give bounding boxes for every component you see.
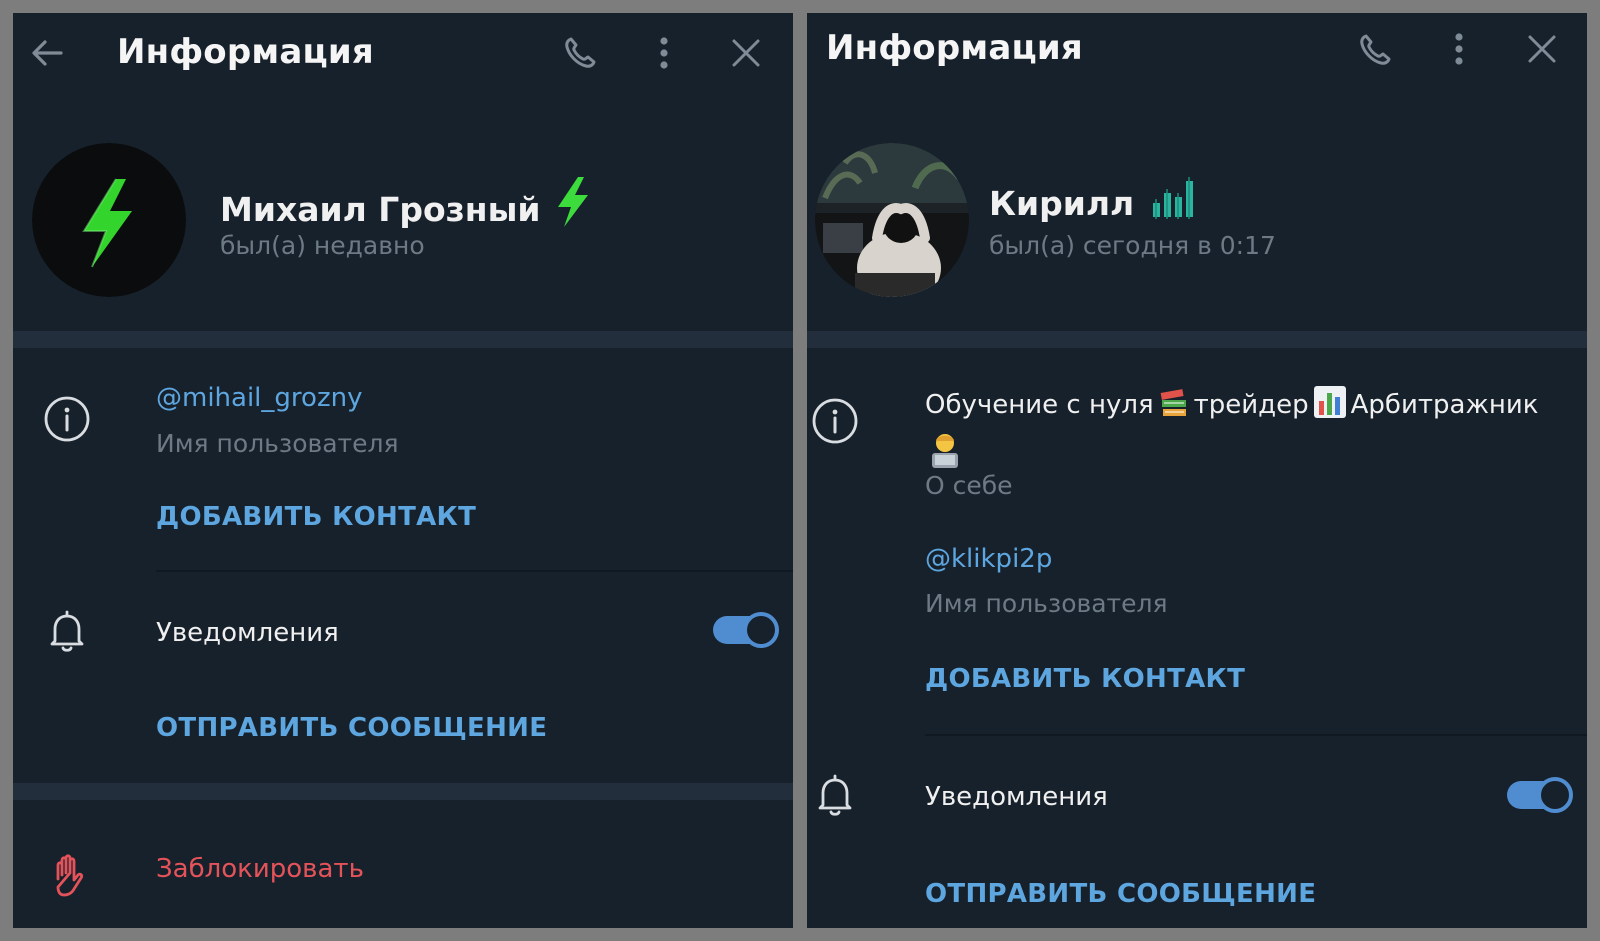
phone-icon[interactable] <box>560 33 600 73</box>
info-icon <box>41 393 93 445</box>
add-contact-button[interactable]: ДОБАВИТЬ КОНТАКТ <box>156 502 476 532</box>
close-icon[interactable] <box>726 33 766 73</box>
notifications-toggle[interactable] <box>713 612 779 648</box>
username-label: Имя пользователя <box>925 589 1168 618</box>
bell-icon <box>809 769 861 821</box>
bio-text-part: трейдер <box>1193 390 1309 420</box>
bio-label: О себе <box>925 471 1013 500</box>
books-emoji-icon <box>1158 387 1190 431</box>
profile-name: Кирилл <box>989 177 1200 229</box>
username-link[interactable]: @mihail_grozny <box>156 383 362 413</box>
profile-name-text: Кирилл <box>989 184 1135 223</box>
info-icon <box>809 395 861 447</box>
row-separator <box>156 570 793 572</box>
notifications-label: Уведомления <box>156 618 339 648</box>
hand-stop-icon <box>43 849 95 901</box>
profile-name: Михаил Грозный <box>220 177 594 235</box>
section-divider <box>13 331 793 348</box>
bio-text: Обучение с нуля трейдер Арбитражник <box>925 385 1538 481</box>
profile-name-text: Михаил Грозный <box>220 190 541 229</box>
send-message-button[interactable]: ОТПРАВИТЬ СООБЩЕНИЕ <box>925 879 1316 909</box>
more-vertical-icon[interactable] <box>644 33 684 73</box>
avatar[interactable] <box>815 143 969 297</box>
toggle-knob <box>743 612 779 648</box>
header-title: Информация <box>117 32 374 72</box>
block-user-button[interactable]: Заблокировать <box>156 854 364 884</box>
send-message-button[interactable]: ОТПРАВИТЬ СООБЩЕНИЕ <box>156 713 547 743</box>
back-arrow-icon[interactable] <box>27 33 67 73</box>
panel-header: Информация <box>13 13 793 91</box>
last-seen-status: был(а) сегодня в 0:17 <box>989 231 1276 260</box>
avatar[interactable] <box>32 143 186 297</box>
section-divider <box>13 783 793 800</box>
notifications-toggle[interactable] <box>1507 777 1573 813</box>
notifications-label: Уведомления <box>925 782 1108 812</box>
section-divider <box>807 331 1587 348</box>
panel-header: Информация <box>807 13 1587 91</box>
profile-info-panel-left: Информация Михаил Грозный был(а) недавно… <box>13 13 793 928</box>
header-title: Информация <box>826 28 1083 68</box>
more-vertical-icon[interactable] <box>1439 29 1479 69</box>
add-contact-button[interactable]: ДОБАВИТЬ КОНТАКТ <box>925 664 1245 694</box>
bell-icon <box>41 605 93 657</box>
lightning-emoji-icon <box>556 177 590 235</box>
chart-emoji-icon <box>1150 177 1196 229</box>
username-link[interactable]: @klikpi2p <box>925 544 1052 574</box>
row-separator <box>925 734 1587 736</box>
close-icon[interactable] <box>1522 29 1562 69</box>
bio-text-part: Арбитражник <box>1350 390 1539 420</box>
username-label: Имя пользователя <box>156 429 399 458</box>
phone-icon[interactable] <box>1355 30 1395 70</box>
profile-info-panel-right: Информация Кирилл был(а) сегодня в 0:17 … <box>807 13 1587 928</box>
last-seen-status: был(а) недавно <box>220 231 425 260</box>
toggle-knob <box>1537 777 1573 813</box>
bio-text-part: Обучение с нуля <box>925 390 1154 420</box>
bar-chart-emoji-icon <box>1313 385 1347 431</box>
